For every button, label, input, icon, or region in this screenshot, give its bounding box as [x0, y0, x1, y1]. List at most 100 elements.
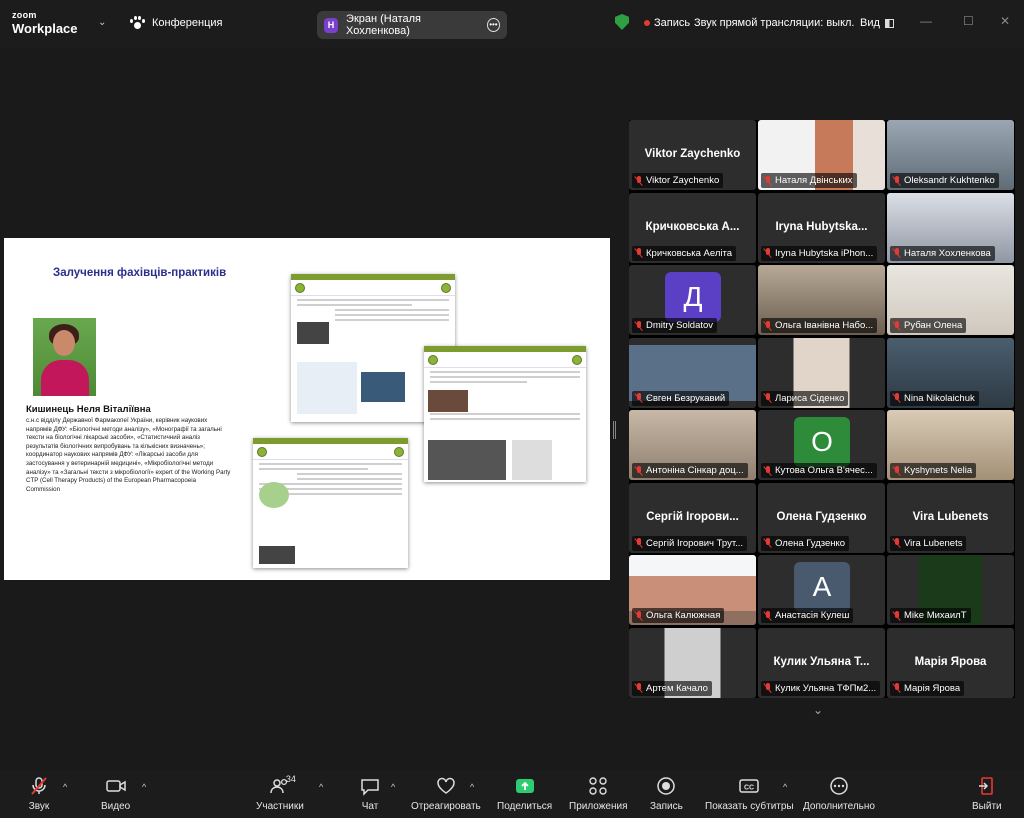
- captions-options-icon[interactable]: ^: [783, 782, 787, 792]
- chevron-down-icon[interactable]: ⌄: [813, 703, 827, 717]
- share-screen-button[interactable]: Поделиться: [497, 776, 552, 812]
- participant-tile[interactable]: Iryna Hubytska... Iryna Hubytska iPhon...: [758, 192, 885, 263]
- participant-display-name: Олена Гудзенко: [776, 510, 867, 523]
- participant-name-label: Антоніна Сінкар доц...: [632, 463, 748, 478]
- mic-muted-icon: [893, 175, 901, 186]
- participant-tile[interactable]: Лариса Сіденко: [758, 337, 885, 408]
- website-screenshot-3: [253, 438, 408, 568]
- audio-label: Звук: [28, 801, 50, 812]
- participant-tile[interactable]: Олена Гудзенко Олена Гудзенко: [758, 482, 885, 553]
- captions-button[interactable]: CC Показать субтитры: [705, 776, 794, 812]
- participant-tile[interactable]: Mike МихаилТ: [887, 555, 1014, 625]
- participants-button[interactable]: 34 Участники: [256, 774, 304, 812]
- paw-icon: [130, 16, 145, 30]
- maximize-icon[interactable]: ☐: [963, 14, 974, 28]
- more-button[interactable]: Дополнительно: [803, 776, 875, 812]
- closed-captions-icon: CC: [738, 776, 760, 796]
- video-button[interactable]: Видео: [101, 776, 130, 812]
- participant-name-text: Наталя Хохленкова: [904, 247, 991, 259]
- record-button[interactable]: Запись: [650, 776, 683, 812]
- participant-name-label: Олена Гудзенко: [761, 535, 850, 551]
- mic-muted-icon: [893, 248, 901, 258]
- participant-tile[interactable]: Кулик Ульяна Т... Кулик Ульяна ТФПм2...: [758, 627, 885, 698]
- chat-icon: [359, 776, 381, 796]
- participant-name-text: Антоніна Сінкар доц...: [646, 465, 744, 476]
- participant-tile[interactable]: Євген Безрукавий: [629, 337, 756, 408]
- chat-button[interactable]: Чат: [359, 776, 381, 812]
- participant-tile[interactable]: Kyshynets Nelia: [887, 410, 1014, 480]
- participant-tile[interactable]: Рубан Олена: [887, 265, 1014, 335]
- participant-name-text: Кричковська Аеліта: [646, 247, 733, 259]
- participant-tile[interactable]: Кричковська А... Кричковська Аеліта: [629, 192, 756, 263]
- microphone-muted-icon: [28, 776, 50, 796]
- minimize-icon[interactable]: —: [920, 14, 932, 28]
- participants-options-icon[interactable]: ^: [319, 782, 323, 792]
- speaker-bio: с.н.с відділу Державної Фармакопеї Украї…: [26, 417, 231, 493]
- chevron-down-icon[interactable]: ⌄: [98, 17, 106, 28]
- screen-share-indicator[interactable]: H Экран (Наталя Хохленкова) •••: [317, 11, 507, 39]
- participant-name-text: Mike МихаилТ: [904, 610, 967, 621]
- slide-title: Залучення фахівців-практиків: [53, 267, 227, 279]
- participant-name-label: Кутова Ольга В'ячес...: [761, 463, 877, 478]
- participant-tile[interactable]: Марія Ярова Марія Ярова: [887, 627, 1014, 698]
- zoom-logo: zoom Workplace: [12, 11, 78, 36]
- participant-avatar: Д: [665, 272, 721, 322]
- participant-name-text: Олена Гудзенко: [775, 537, 846, 549]
- participant-name-text: Рубан Олена: [904, 320, 963, 331]
- conference-button[interactable]: Конференция: [130, 16, 222, 30]
- participant-tile[interactable]: О Кутова Ольга В'ячес...: [758, 410, 885, 480]
- mic-muted-icon: [764, 683, 772, 693]
- mic-muted-icon: [893, 393, 901, 403]
- logo-bottom-text: Workplace: [12, 21, 78, 36]
- participant-name-label: Kyshynets Nelia: [890, 463, 977, 478]
- video-options-icon[interactable]: ^: [142, 782, 146, 792]
- participant-tile[interactable]: Антоніна Сінкар доц...: [629, 410, 756, 480]
- leave-button[interactable]: Выйти: [972, 776, 1002, 812]
- view-button[interactable]: Вид: [860, 17, 894, 29]
- close-icon[interactable]: ✕: [1000, 14, 1010, 28]
- mic-muted-icon: [764, 248, 772, 258]
- mic-muted-icon: [635, 465, 643, 476]
- participant-name-label: Mike МихаилТ: [890, 608, 971, 623]
- recording-indicator[interactable]: Запись: [644, 17, 690, 29]
- more-icon: [828, 776, 850, 796]
- mic-muted-icon: [635, 610, 643, 621]
- participant-tile[interactable]: Д Dmitry Soldatov: [629, 265, 756, 335]
- participant-name-label: Артем Качало: [632, 680, 712, 696]
- livestream-audio-status[interactable]: Звук прямой трансляции: выкл.: [694, 17, 855, 29]
- participant-tile[interactable]: Ольга Калюжная: [629, 555, 756, 625]
- participant-tile[interactable]: Наталя Хохленкова: [887, 192, 1014, 263]
- leave-label: Выйти: [972, 801, 1002, 812]
- participant-tile[interactable]: Артем Качало: [629, 627, 756, 698]
- participant-display-name: Кричковська А...: [645, 220, 740, 233]
- participant-display-name: Кулик Ульяна Т...: [773, 655, 870, 668]
- participant-tile[interactable]: Ольга Іванівна Набо...: [758, 265, 885, 335]
- participant-tile[interactable]: А Анастасія Кулеш: [758, 555, 885, 625]
- participant-tile[interactable]: Vira Lubenets Vira Lubenets: [887, 482, 1014, 553]
- participant-name-label: Oleksandr Kukhtenko: [890, 173, 999, 188]
- participants-icon: 34: [269, 774, 296, 796]
- apps-button[interactable]: Приложения: [569, 776, 628, 812]
- chat-options-icon[interactable]: ^: [391, 782, 395, 792]
- participant-tile[interactable]: Сергій Ігорови... Сергій Ігорович Трут...: [629, 482, 756, 553]
- participant-avatar: А: [794, 562, 850, 612]
- video-label: Видео: [101, 801, 131, 812]
- participant-name-label: Кулик Ульяна ТФПм2...: [761, 680, 881, 696]
- participant-name-label: Марія Ярова: [890, 680, 965, 696]
- shield-icon[interactable]: [615, 14, 629, 30]
- participant-tile[interactable]: Oleksandr Kukhtenko: [887, 120, 1014, 190]
- audio-options-icon[interactable]: ^: [63, 782, 67, 792]
- participant-name-label: Nina Nikolaichuk: [890, 390, 979, 406]
- more-options-icon[interactable]: •••: [486, 18, 500, 32]
- participant-tile[interactable]: Nina Nikolaichuk: [887, 337, 1014, 408]
- participant-tile[interactable]: Наталя Двінських: [758, 120, 885, 190]
- audio-button[interactable]: Звук: [28, 776, 50, 812]
- react-options-icon[interactable]: ^: [470, 782, 474, 792]
- panel-resize-handle[interactable]: [613, 421, 616, 439]
- participant-name-text: Марія Ярова: [904, 682, 961, 694]
- mic-muted-icon: [764, 610, 772, 621]
- participant-tile[interactable]: Viktor Zaychenko Viktor Zaychenko: [629, 120, 756, 190]
- svg-text:CC: CC: [744, 785, 754, 792]
- mic-muted-icon: [635, 683, 643, 693]
- speaker-photo: [33, 318, 96, 396]
